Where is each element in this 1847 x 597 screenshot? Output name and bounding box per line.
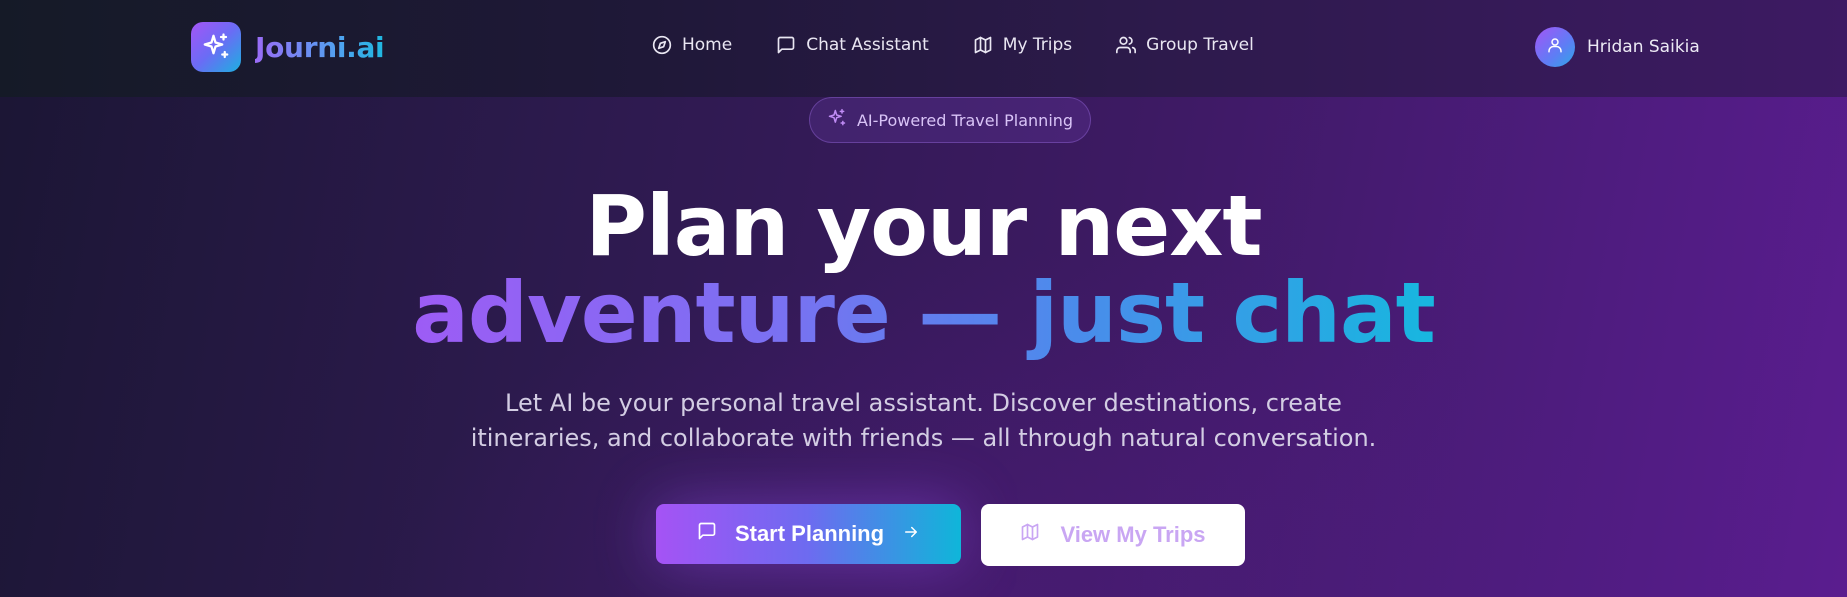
user-menu[interactable]: Hridan Saikia	[1535, 27, 1700, 67]
users-icon	[1116, 35, 1137, 55]
top-navbar: Journi.ai Home Chat Assistant My Trips G…	[0, 0, 1847, 97]
sparkles-icon	[191, 22, 241, 72]
logo[interactable]: Journi.ai	[191, 22, 385, 72]
nav-item-my-trips[interactable]: My Trips	[973, 35, 1072, 55]
hero-title-gradient: adventure — just chat	[412, 264, 1436, 362]
nav-item-home[interactable]: Home	[652, 35, 732, 55]
user-icon	[1546, 36, 1564, 58]
map-icon	[1020, 522, 1040, 548]
hero-subtitle: Let AI be your personal travel assistant…	[0, 386, 1847, 456]
nav-item-label: Chat Assistant	[806, 35, 929, 55]
nav-item-label: My Trips	[1002, 35, 1073, 55]
main-nav: Home Chat Assistant My Trips Group Trave…	[652, 35, 1254, 55]
compass-icon	[652, 35, 672, 55]
logo-text: Journi.ai	[255, 30, 385, 64]
nav-item-label: Group Travel	[1146, 35, 1254, 55]
ai-badge-label: AI-Powered Travel Planning	[856, 110, 1074, 130]
start-planning-button[interactable]: Start Planning	[656, 504, 961, 564]
nav-item-group-travel[interactable]: Group Travel	[1116, 35, 1254, 55]
map-icon	[973, 35, 993, 55]
chat-icon	[776, 35, 796, 55]
user-name: Hridan Saikia	[1587, 37, 1700, 57]
view-my-trips-button[interactable]: View My Trips	[981, 504, 1245, 566]
sparkles-icon	[827, 108, 847, 132]
avatar	[1535, 27, 1575, 67]
start-planning-label: Start Planning	[734, 521, 885, 546]
nav-item-label: Home	[682, 35, 733, 55]
hero-title-line1: Plan your next	[585, 177, 1262, 275]
hero-subtitle-line1: Let AI be your personal travel assistant…	[505, 389, 1342, 417]
hero-subtitle-line2: itineraries, and collaborate with friend…	[470, 424, 1377, 452]
chat-icon	[697, 521, 717, 547]
view-my-trips-label: View My Trips	[1060, 522, 1206, 547]
arrow-right-icon	[902, 521, 920, 547]
hero-title-line2: adventure — just chat	[0, 271, 1847, 355]
ai-badge: AI-Powered Travel Planning	[809, 97, 1091, 143]
nav-item-chat-assistant[interactable]: Chat Assistant	[776, 35, 929, 55]
